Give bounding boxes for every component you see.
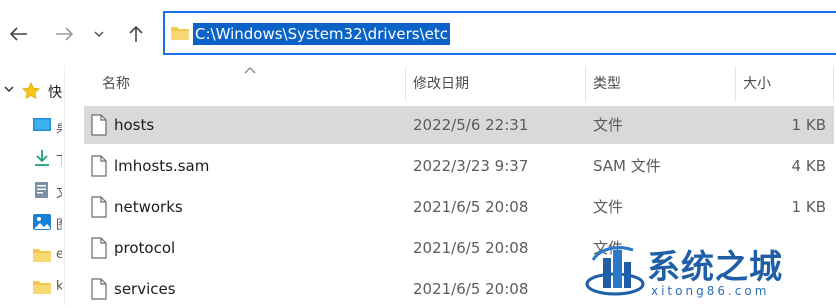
nav-item-pictures[interactable]: 图 (0, 208, 64, 238)
column-header-type[interactable]: 类型 (593, 66, 621, 102)
file-row-hosts[interactable]: hosts 2022/5/6 22:31 文件 1 KB (84, 106, 834, 144)
navigation-pane: 快 桌 下 文 图 e k (0, 66, 64, 305)
file-name: hosts (114, 116, 155, 134)
nav-item-label: 图 (56, 214, 62, 230)
file-type: 文件 (593, 116, 624, 134)
file-name: networks (114, 198, 183, 216)
folder-icon (171, 27, 189, 40)
address-bar[interactable]: C:\Windows\System32\drivers\etc (163, 11, 836, 55)
file-type: 文件 (593, 198, 624, 216)
recent-locations-button[interactable] (87, 20, 111, 48)
folder-icon (33, 281, 51, 294)
nav-item-downloads[interactable]: 下 (0, 144, 64, 174)
city-logo-icon (585, 246, 645, 296)
arrow-right-icon (56, 27, 73, 41)
column-separator[interactable] (585, 66, 586, 102)
nav-item-quick-access[interactable]: 快 (0, 78, 64, 108)
file-icon (91, 278, 107, 300)
document-icon (35, 182, 48, 198)
arrow-left-icon (10, 27, 27, 41)
file-icon (91, 114, 107, 136)
nav-item-documents[interactable]: 文 (0, 176, 64, 206)
file-modified: 2021/6/5 20:08 (413, 239, 529, 257)
back-button[interactable] (5, 20, 33, 48)
file-icon (91, 155, 107, 177)
address-path[interactable]: C:\Windows\System32\drivers\etc (193, 23, 451, 45)
column-separator[interactable] (405, 66, 406, 102)
nav-item-label: 快 (48, 85, 62, 101)
pictures-icon (33, 214, 51, 230)
nav-item-label: e (56, 247, 62, 262)
file-name: services (114, 280, 176, 298)
star-icon (22, 82, 40, 99)
nav-item-label: 文 (56, 182, 62, 198)
watermark-url: xitong86.com (651, 284, 770, 298)
file-size: 1 KB (791, 116, 826, 134)
chevron-down-icon[interactable] (4, 86, 14, 93)
file-row-networks[interactable]: networks 2021/6/5 20:08 文件 1 KB (84, 188, 834, 226)
watermark: 系统之城 xitong86.com (585, 238, 836, 305)
nav-item-folder-k[interactable]: k (0, 273, 64, 303)
column-separator[interactable] (735, 66, 736, 102)
column-header-size[interactable]: 大小 (743, 66, 771, 102)
file-modified: 2021/6/5 20:08 (413, 198, 529, 216)
desktop-icon (33, 118, 51, 131)
file-icon (91, 196, 107, 218)
sort-ascending-icon (244, 67, 256, 74)
file-modified: 2021/6/5 20:08 (413, 280, 529, 298)
arrow-up-icon (129, 25, 143, 42)
up-button[interactable] (122, 20, 150, 48)
file-size: 4 KB (791, 157, 826, 175)
forward-button[interactable] (50, 20, 78, 48)
file-name: lmhosts.sam (114, 157, 210, 175)
file-modified: 2022/5/6 22:31 (413, 116, 529, 134)
file-size: 1 KB (791, 198, 826, 216)
nav-item-folder-e[interactable]: e (0, 241, 64, 271)
nav-item-label: k (56, 279, 62, 294)
column-headers: 名称 修改日期 类型 大小 (84, 66, 836, 102)
file-modified: 2022/3/23 9:37 (413, 157, 529, 175)
file-name: protocol (114, 239, 176, 257)
folder-icon (33, 249, 51, 262)
file-type: SAM 文件 (593, 157, 661, 175)
column-header-modified[interactable]: 修改日期 (413, 66, 469, 102)
file-row-lmhosts[interactable]: lmhosts.sam 2022/3/23 9:37 SAM 文件 4 KB (84, 147, 834, 185)
nav-item-label: 下 (56, 150, 62, 166)
nav-item-desktop[interactable]: 桌 (0, 111, 64, 141)
chevron-down-icon (94, 30, 104, 37)
column-separator[interactable] (833, 66, 834, 102)
download-icon (35, 150, 49, 166)
toolbar: C:\Windows\System32\drivers\etc (0, 0, 836, 66)
column-header-name[interactable]: 名称 (102, 66, 130, 102)
file-icon (91, 237, 107, 259)
nav-item-label: 桌 (56, 117, 62, 133)
pane-divider[interactable] (64, 66, 65, 305)
watermark-title: 系统之城 (647, 247, 783, 286)
